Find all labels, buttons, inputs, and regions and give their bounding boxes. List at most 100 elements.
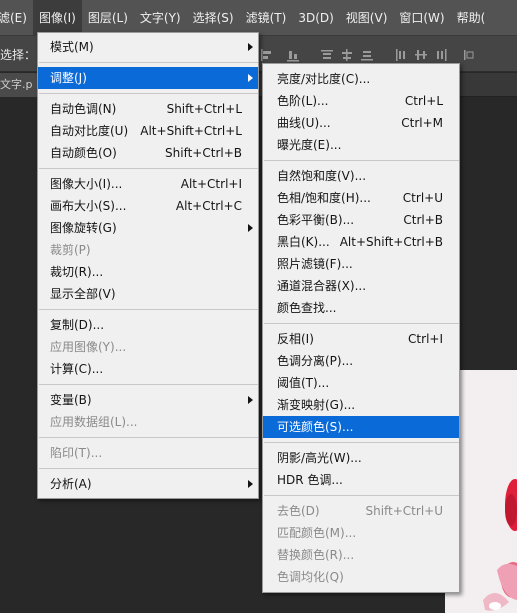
menu-separator bbox=[39, 309, 258, 310]
image-menu-item: 裁剪(P) bbox=[38, 239, 258, 261]
options-select-label: 选择： bbox=[0, 48, 37, 62]
image-menu-item[interactable]: 计算(C)... bbox=[38, 358, 258, 380]
image-menu-item-label: 应用图像(Y)... bbox=[50, 340, 127, 354]
image-menu-item-label: 裁剪(P) bbox=[50, 243, 91, 257]
image-menu-item[interactable]: 裁切(R)... bbox=[38, 261, 258, 283]
image-menu-item-label: 画布大小(S)... bbox=[50, 199, 127, 213]
adjust-menu-item-label: 色调均化(Q) bbox=[277, 570, 344, 584]
image-menu-item[interactable]: 显示全部(V) bbox=[38, 283, 258, 305]
submenu-arrow-icon bbox=[248, 224, 253, 232]
adjust-menu-item-label: 照片滤镜(F)... bbox=[277, 257, 353, 271]
menu-separator bbox=[264, 495, 459, 496]
image-menu-item-label: 计算(C)... bbox=[50, 362, 104, 376]
adjust-menu-item[interactable]: 阈值(T)... bbox=[263, 372, 459, 394]
adjust-menu-item-label: 自然饱和度(V)... bbox=[277, 169, 367, 183]
image-menu-item-label: 显示全部(V) bbox=[50, 287, 116, 301]
distribute-bottom-icon[interactable] bbox=[360, 48, 374, 62]
menu-3d[interactable]: 3D(D) bbox=[292, 0, 339, 35]
image-menu-item[interactable]: 自动颜色(O) Shift+Ctrl+B bbox=[38, 142, 258, 164]
shortcut-label: Shift+Ctrl+B bbox=[165, 146, 242, 160]
menu-separator bbox=[39, 168, 258, 169]
image-menu-item-label: 复制(D)... bbox=[50, 318, 105, 332]
adjust-menu-item[interactable]: 黑白(K)... Alt+Shift+Ctrl+B bbox=[263, 231, 459, 253]
document-tab[interactable]: 文字.p bbox=[0, 73, 40, 97]
adjust-menu-item[interactable]: 颜色查找... bbox=[263, 297, 459, 319]
distribute-left-icon[interactable] bbox=[394, 48, 408, 62]
adjust-menu-item-label: 黑白(K)... bbox=[277, 235, 330, 249]
image-menu-item[interactable]: 图像大小(I)... Alt+Ctrl+I bbox=[38, 173, 258, 195]
adjust-menu-item[interactable]: HDR 色调... bbox=[263, 469, 459, 491]
distribute-right-icon[interactable] bbox=[434, 48, 448, 62]
image-menu-item: 应用图像(Y)... bbox=[38, 336, 258, 358]
adjust-menu-item[interactable]: 阴影/高光(W)... bbox=[263, 447, 459, 469]
image-menu-item[interactable]: 变量(B) bbox=[38, 389, 258, 411]
image-menu-item-label: 陷印(T)... bbox=[50, 446, 103, 460]
menu-filter[interactable]: 滤镜(T) bbox=[240, 0, 293, 35]
menu-select[interactable]: 选择(S) bbox=[187, 0, 240, 35]
image-menu-item[interactable]: 分析(A) bbox=[38, 473, 258, 495]
menu-separator bbox=[264, 442, 459, 443]
image-menu-item-label: 调整(J) bbox=[50, 71, 87, 85]
adjust-menu-item-label: 阴影/高光(W)... bbox=[277, 451, 362, 465]
adjust-menu-item[interactable]: 自然饱和度(V)... bbox=[263, 165, 459, 187]
adjust-menu-item[interactable]: 渐变映射(G)... bbox=[263, 394, 459, 416]
menu-edit[interactable]: 滤(E) bbox=[0, 0, 33, 35]
image-menu-item-label: 裁切(R)... bbox=[50, 265, 104, 279]
adjust-menu-item-label: 曲线(U)... bbox=[277, 116, 331, 130]
adjust-menu-item[interactable]: 亮度/对比度(C)... bbox=[263, 68, 459, 90]
image-menu-item[interactable]: 图像旋转(G) bbox=[38, 217, 258, 239]
menu-view[interactable]: 视图(V) bbox=[340, 0, 394, 35]
adjust-menu-item: 匹配颜色(M)... bbox=[263, 522, 459, 544]
image-menu-item[interactable]: 自动对比度(U) Alt+Shift+Ctrl+L bbox=[38, 120, 258, 142]
image-menu-item[interactable]: 画布大小(S)... Alt+Ctrl+C bbox=[38, 195, 258, 217]
adjust-menu-item[interactable]: 照片滤镜(F)... bbox=[263, 253, 459, 275]
align-icons-group bbox=[258, 48, 517, 62]
adjust-menu-item-label: 去色(D) bbox=[277, 504, 320, 518]
menu-separator bbox=[39, 468, 258, 469]
menu-window[interactable]: 窗口(W) bbox=[393, 0, 450, 35]
shortcut-label: Alt+Shift+Ctrl+B bbox=[339, 235, 443, 249]
shortcut-label: Ctrl+M bbox=[401, 116, 443, 130]
distribute-vcenter-icon[interactable] bbox=[340, 48, 354, 62]
align-bottom-icon[interactable] bbox=[286, 48, 300, 62]
adjust-menu-item[interactable]: 可选颜色(S)... bbox=[263, 416, 459, 438]
menu-separator bbox=[39, 384, 258, 385]
image-menu-item-label: 分析(A) bbox=[50, 477, 92, 491]
menu-image[interactable]: 图像(I) bbox=[32, 0, 82, 35]
adjust-menu-item[interactable]: 色阶(L)... Ctrl+L bbox=[263, 90, 459, 112]
menu-separator bbox=[264, 323, 459, 324]
adjust-menu-item-label: 色阶(L)... bbox=[277, 94, 329, 108]
adjust-menu-item-label: 色相/饱和度(H)... bbox=[277, 191, 371, 205]
adjust-menu-item-label: 曝光度(E)... bbox=[277, 138, 342, 152]
menu-type[interactable]: 文字(Y) bbox=[134, 0, 187, 35]
adjust-menu-item-label: 色彩平衡(B)... bbox=[277, 213, 355, 227]
image-menu-item-label: 图像大小(I)... bbox=[50, 177, 123, 191]
adjust-menu-item[interactable]: 色相/饱和度(H)... Ctrl+U bbox=[263, 187, 459, 209]
adjust-menu-item-label: 通道混合器(X)... bbox=[277, 279, 367, 293]
menu-separator bbox=[39, 437, 258, 438]
submenu-arrow-icon bbox=[248, 480, 253, 488]
distribute-top-icon[interactable] bbox=[320, 48, 334, 62]
adjust-menu-item-label: 反相(I) bbox=[277, 332, 314, 346]
adjust-menu-item[interactable]: 曝光度(E)... bbox=[263, 134, 459, 156]
adjust-menu-item-label: 亮度/对比度(C)... bbox=[277, 72, 371, 86]
image-menu-item-label: 模式(M) bbox=[50, 40, 94, 54]
menubar: 滤(E) 图像(I) 图层(L) 文字(Y) 选择(S) 滤镜(T) 3D(D)… bbox=[0, 0, 517, 36]
adjust-menu-item[interactable]: 曲线(U)... Ctrl+M bbox=[263, 112, 459, 134]
image-menu-item[interactable]: 复制(D)... bbox=[38, 314, 258, 336]
menu-layer[interactable]: 图层(L) bbox=[82, 0, 134, 35]
adjust-menu-item: 替换颜色(R)... bbox=[263, 544, 459, 566]
adjust-menu-item[interactable]: 通道混合器(X)... bbox=[263, 275, 459, 297]
adjust-menu-item[interactable]: 色彩平衡(B)... Ctrl+B bbox=[263, 209, 459, 231]
image-menu-item: 陷印(T)... bbox=[38, 442, 258, 464]
adjust-menu-item[interactable]: 色调分离(P)... bbox=[263, 350, 459, 372]
image-menu-item[interactable]: 自动色调(N) Shift+Ctrl+L bbox=[38, 98, 258, 120]
auto-align-icon[interactable] bbox=[462, 48, 476, 62]
image-menu-item[interactable]: 调整(J) bbox=[38, 67, 258, 89]
menu-separator bbox=[264, 160, 459, 161]
menu-help[interactable]: 帮助( bbox=[451, 0, 492, 35]
adjust-menu-item[interactable]: 反相(I) Ctrl+I bbox=[263, 328, 459, 350]
image-menu-item[interactable]: 模式(M) bbox=[38, 36, 258, 58]
align-left-icon[interactable] bbox=[260, 48, 274, 62]
distribute-hcenter-icon[interactable] bbox=[414, 48, 428, 62]
